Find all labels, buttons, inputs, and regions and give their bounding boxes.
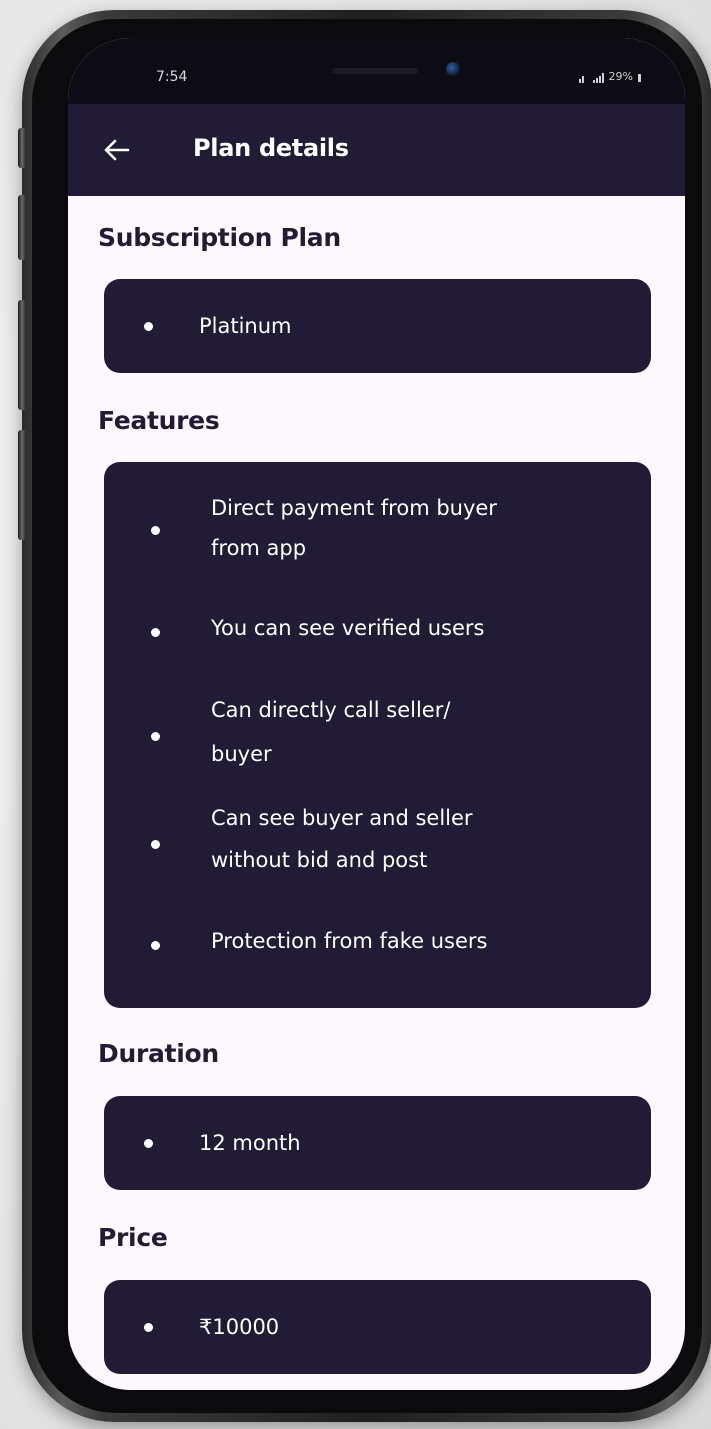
feature-text-line: without bid and post <box>211 848 428 872</box>
volume-down-button <box>18 300 26 410</box>
feature-text-line: buyer <box>211 742 272 766</box>
duration-card: 12 month <box>104 1096 651 1190</box>
front-camera <box>446 62 460 76</box>
bullet-icon <box>151 840 160 849</box>
back-button[interactable] <box>96 130 136 170</box>
app-bar: Plan details <box>68 104 685 196</box>
bullet-icon <box>144 1323 153 1332</box>
arrow-left-icon <box>104 139 130 161</box>
feature-item: Can directly call seller/ buyer <box>104 692 651 772</box>
power-button <box>18 430 26 540</box>
status-time: 7:54 <box>156 69 188 85</box>
status-bar: 7:54 29% <box>68 38 685 104</box>
feature-text-line: Can see buyer and seller <box>211 806 473 830</box>
signal-icon <box>578 73 584 83</box>
feature-item: You can see verified users <box>104 614 651 654</box>
duration-heading: Duration <box>98 1039 219 1068</box>
duration-value: 12 month <box>199 1131 301 1155</box>
bullet-icon <box>151 941 160 950</box>
feature-item: Can see buyer and seller without bid and… <box>104 800 651 880</box>
phone-screen: 7:54 29% Plan details Subscription Plan … <box>68 38 685 1390</box>
feature-text-line: Can directly call seller/ <box>211 698 451 722</box>
feature-text-line: Protection from fake users <box>211 929 488 953</box>
bullet-icon <box>151 526 160 535</box>
battery-icon <box>638 74 641 82</box>
feature-item: Protection from fake users <box>104 927 651 967</box>
price-card: ₹10000 <box>104 1280 651 1374</box>
feature-text-line: from app <box>211 536 307 560</box>
subscription-plan-card: Platinum <box>104 279 651 373</box>
signal-icon <box>592 73 604 83</box>
feature-text-line: You can see verified users <box>211 616 485 640</box>
status-indicators: 29% <box>578 70 641 83</box>
price-value: ₹10000 <box>199 1315 280 1339</box>
feature-item: Direct payment from buyer from app <box>104 490 651 570</box>
subscription-plan-value: Platinum <box>199 314 292 338</box>
bullet-icon <box>151 732 160 741</box>
battery-percentage: 29% <box>608 70 633 83</box>
price-heading: Price <box>98 1223 168 1252</box>
features-heading: Features <box>98 406 220 435</box>
feature-text-line: Direct payment from buyer <box>211 496 497 520</box>
bullet-icon <box>144 322 153 331</box>
page-title: Plan details <box>193 134 349 162</box>
bullet-icon <box>144 1139 153 1148</box>
subscription-plan-heading: Subscription Plan <box>98 223 341 252</box>
volume-up-button <box>18 195 26 260</box>
features-card: Direct payment from buyer from app You c… <box>104 462 651 1008</box>
phone-side-button <box>18 128 26 168</box>
speaker-grille <box>332 68 418 74</box>
bullet-icon <box>151 628 160 637</box>
